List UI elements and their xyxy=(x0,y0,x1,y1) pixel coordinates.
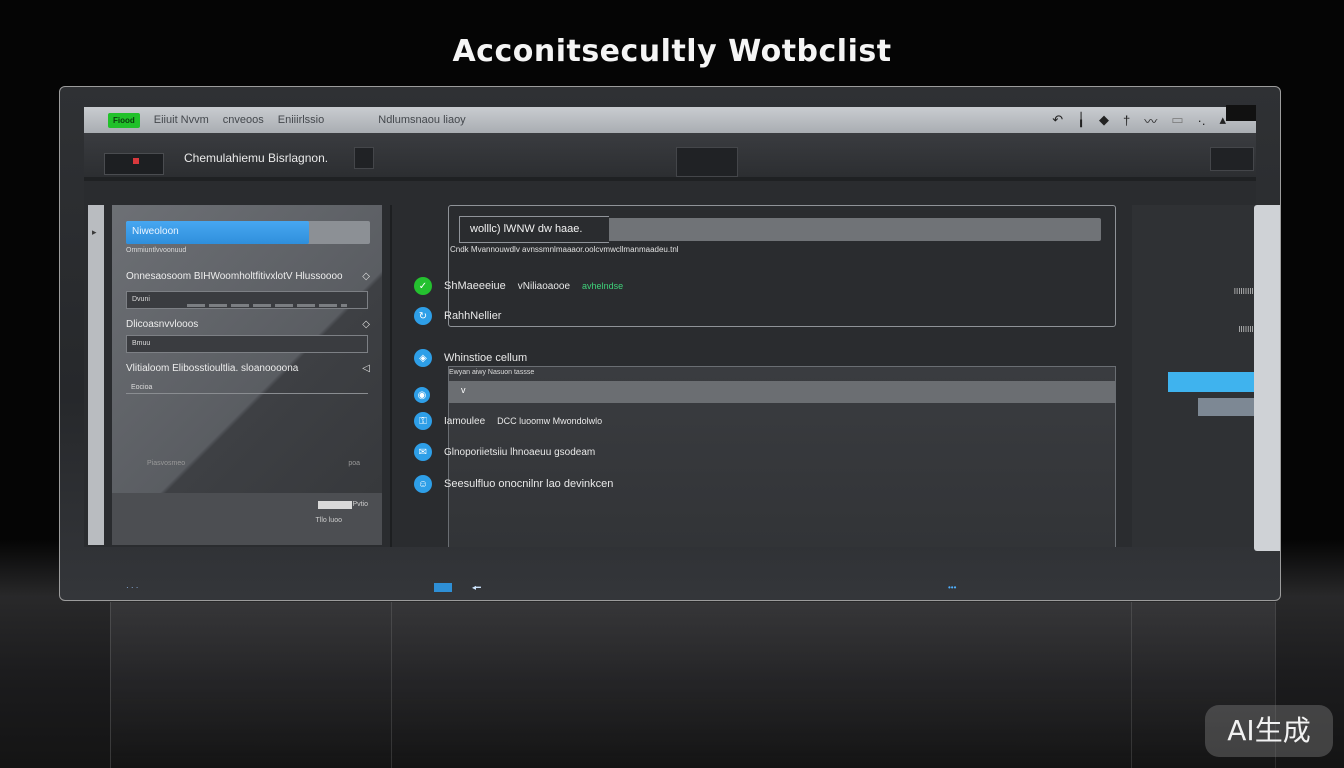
user-icon: ☺ xyxy=(414,475,432,493)
mini-label: Pvtio xyxy=(352,501,368,508)
undo-icon[interactable]: ↶ xyxy=(1052,112,1063,128)
select-value: v xyxy=(461,385,466,395)
menu-item-3[interactable]: Eniiirlssio xyxy=(278,114,324,126)
sidebar-section-2[interactable]: Dlicoasnvvlooos ◇ xyxy=(126,319,370,330)
list-item-extra: vNiliaoaooe xyxy=(517,280,571,292)
menu-item-2[interactable]: cnveoos xyxy=(223,114,264,126)
sidebar-footnote: Piasvosmeo xyxy=(147,460,186,467)
list-item[interactable]: ☺ Seesulfluo onocnilnr lao devinkcen xyxy=(414,475,613,493)
sidebar-section-1[interactable]: Onnesaosoom BIHWoomholtfitivxlotV Hlusso… xyxy=(126,271,370,282)
list-item[interactable]: ✓ ShMaeeeiue vNiliaoaooe avhelndse xyxy=(414,277,623,295)
mail-icon: ✉ xyxy=(414,443,432,461)
screen-reflection xyxy=(110,602,1276,768)
pin-icon[interactable]: ╽ xyxy=(1077,112,1085,128)
sidebar-section-label: Vlitialoom Elibosstioultlia. sloanoooona xyxy=(126,363,299,374)
right-label-1: IIIIIIIIII xyxy=(1233,287,1256,296)
sidebar-field-3[interactable]: Eocioa xyxy=(126,380,368,394)
thumbnail[interactable] xyxy=(104,153,164,175)
mini-bar xyxy=(318,501,352,509)
select-dropdown[interactable]: v xyxy=(449,381,1115,403)
watermark-badge: AI生成 xyxy=(1205,705,1333,757)
status-bar: · · · ◂━ ••• xyxy=(60,573,1280,600)
status-indicator-right: ••• xyxy=(948,582,957,592)
field-value: Eocioa xyxy=(131,384,153,391)
subheader-block-3 xyxy=(1210,147,1254,171)
sidebar-bottom-panel: Pvtio Tllo luoo xyxy=(112,493,382,545)
status-indicator-left: · · · xyxy=(126,582,139,592)
list-item[interactable]: ◈ Whinstioe cellum xyxy=(414,349,527,367)
dots-icon[interactable]: ·. xyxy=(1198,113,1206,128)
window-corner xyxy=(1226,105,1256,121)
app-window: Fiood Eiiuit Nvvm cnveoos Eniiirlssio Nd… xyxy=(84,105,1272,547)
key-icon: ⚿ xyxy=(414,412,432,430)
list-item[interactable]: ⚿ Iamoulee DCC luoomw Mwondolwlo xyxy=(414,412,602,430)
page-title: Acconitsecultly Wotbclist xyxy=(452,34,892,69)
list-item-label: Glnoporiietsiiu lhnoaeuu gsodeam xyxy=(444,446,596,458)
sidebar-edge: ▸ xyxy=(88,205,104,545)
subheader-block-1 xyxy=(354,147,374,169)
status-button[interactable] xyxy=(434,582,452,592)
menu-item-center[interactable]: Ndlumsnaou liaoy xyxy=(378,114,465,126)
check-icon: ✓ xyxy=(414,277,432,295)
pen-icon[interactable]: † xyxy=(1123,113,1130,128)
subheader-block-2 xyxy=(676,147,738,177)
settings-card: wolllc) lWNW dw haae. xyxy=(448,205,1116,327)
menu-item-1[interactable]: Eiiuit Nvvm xyxy=(154,114,209,126)
mini-note: Tllo luoo xyxy=(315,517,342,524)
subheader-label: Chemulahiemu Bisrlagnon. xyxy=(184,151,329,165)
wave-icon[interactable]: 〰 xyxy=(1144,111,1157,130)
shield-icon: ◈ xyxy=(414,349,432,367)
record-indicator xyxy=(133,158,139,164)
comment-icon[interactable]: ▭ xyxy=(1171,112,1183,128)
list-item-label: ShMaeeeiue xyxy=(444,280,506,292)
title-bar: Fiood Eiiuit Nvvm cnveoos Eniiirlssio Nd… xyxy=(84,105,1256,133)
panel-divider[interactable] xyxy=(390,205,392,547)
sidebar-footnote-right: poa xyxy=(348,460,360,467)
sidebar-field-1[interactable]: Dvuni xyxy=(126,291,368,309)
list-item-label: Iamoulee xyxy=(444,415,486,427)
sidebar-item-active[interactable]: Niweoloon xyxy=(126,221,370,244)
field-value: Dvuni xyxy=(132,296,150,303)
sidebar-section-label: Dlicoasnvvlooos xyxy=(126,319,199,330)
chevron-icon[interactable]: ◇ xyxy=(362,271,370,282)
chevron-icon[interactable]: ◁ xyxy=(362,363,370,374)
list-item-label: RahhNellier xyxy=(444,310,502,322)
list-item[interactable]: ↻ RahhNellier xyxy=(414,307,501,325)
collapse-arrow-icon[interactable]: ▸ xyxy=(92,227,97,238)
app-frame: Fiood Eiiuit Nvvm cnveoos Eniiirlssio Nd… xyxy=(59,86,1281,601)
search-field[interactable]: wolllc) lWNW dw haae. xyxy=(459,216,1101,243)
chevron-icon[interactable]: ◇ xyxy=(362,319,370,330)
sidebar: ▸ Niweoloon Ommiuntlvvoonuud Onnesaosoom… xyxy=(88,205,382,545)
app-badge[interactable]: Fiood xyxy=(108,112,140,128)
search-hint: Cndk Mvannouwdlv avnssmnlmaaaor.oolcvmwc… xyxy=(450,245,679,254)
field-value: Bmuu xyxy=(132,340,151,347)
toolbar-icons: ↶ ╽ ◆ † 〰 ▭ ·. ▴ xyxy=(1052,107,1226,133)
search-tab[interactable]: wolllc) lWNW dw haae. xyxy=(459,216,609,243)
sidebar-section-3[interactable]: Vlitialoom Elibosstioultlia. sloanoooona… xyxy=(126,363,370,374)
primary-button[interactable] xyxy=(1168,372,1262,392)
sub-header: Chemulahiemu Bisrlagnon. xyxy=(84,133,1256,181)
scrollbar[interactable] xyxy=(1254,205,1280,551)
list-item-extra: DCC luoomw Mwondolwlo xyxy=(497,416,603,426)
refresh-icon: ↻ xyxy=(414,307,432,325)
main-panel: wolllc) lWNW dw haae. Cndk Mvannouwdlv a… xyxy=(414,205,1134,547)
field-dashes xyxy=(187,304,347,307)
list-item[interactable]: ✉ Glnoporiietsiiu lhnoaeuu gsodeam xyxy=(414,443,595,461)
arrow-left-icon[interactable]: ◂━ xyxy=(472,583,481,592)
sidebar-section-label: Onnesaosoom BIHWoomholtfitivxlotV Hlusso… xyxy=(126,271,343,282)
diamond-icon[interactable]: ◆ xyxy=(1099,112,1109,128)
sidebar-active-label: Niweoloon xyxy=(126,221,309,244)
sidebar-field-2[interactable]: Bmuu xyxy=(126,335,368,353)
list-item-accent: avhelndse xyxy=(582,281,624,291)
details-caption: Ewyan aiwy Nasuon tassse xyxy=(449,369,535,376)
right-panel: IIIIIIIIII IIIIIIII xyxy=(1132,205,1272,547)
list-item-label: Whinstioe cellum xyxy=(444,352,528,364)
sidebar-caption: Ommiuntlvvoonuud xyxy=(126,247,187,254)
lock-icon: ◉ xyxy=(414,387,430,403)
list-item[interactable]: ◉ xyxy=(414,387,430,403)
list-item-label: Seesulfluo onocnilnr lao devinkcen xyxy=(444,478,614,490)
